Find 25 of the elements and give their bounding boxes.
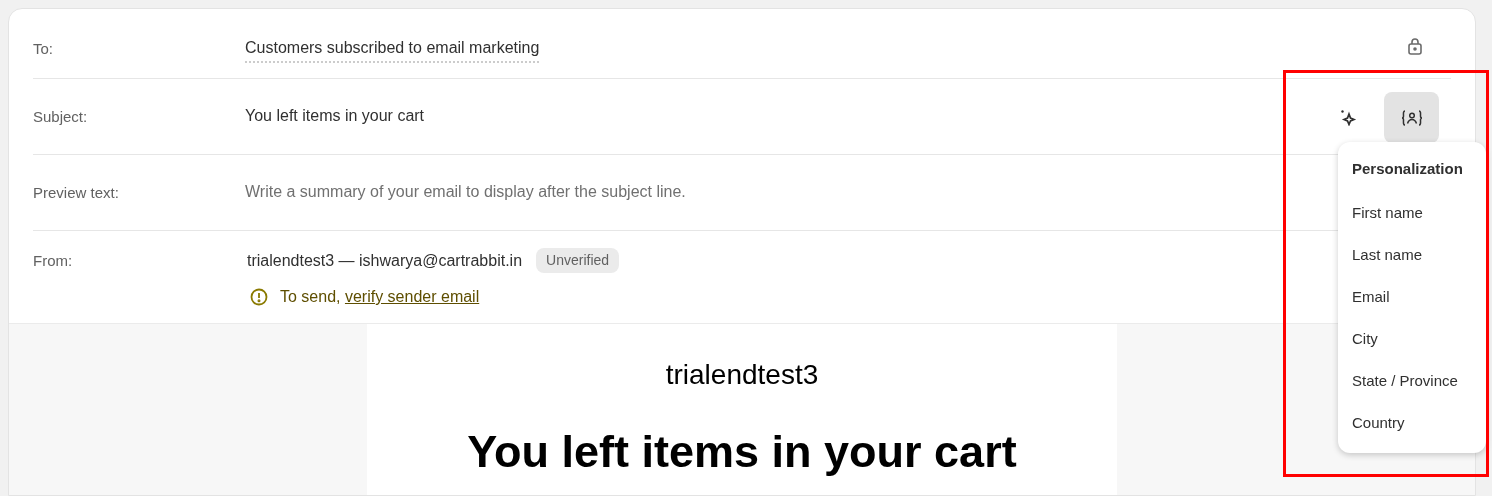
menu-title: Personalization bbox=[1352, 159, 1464, 178]
field-label: To: bbox=[33, 39, 54, 59]
sender-value: trialendtest3 — ishwarya@cartrabbit.in bbox=[247, 250, 523, 271]
field-label: From: bbox=[33, 251, 74, 271]
store-name: trialendtest3 bbox=[665, 358, 819, 392]
sparkle-icon bbox=[1339, 108, 1357, 126]
menu-item[interactable]: First name bbox=[1352, 204, 1423, 222]
personalization-icon bbox=[1400, 109, 1423, 126]
personalization-button[interactable] bbox=[1384, 92, 1439, 143]
menu-item[interactable]: State / Province bbox=[1352, 372, 1458, 390]
menu-item[interactable]: Email bbox=[1352, 288, 1390, 306]
warning-icon bbox=[250, 288, 268, 306]
field-label: Preview text: bbox=[33, 183, 120, 203]
recipients-value[interactable]: Customers subscribed to email marketing bbox=[245, 36, 540, 63]
field-label: Subject: bbox=[33, 107, 89, 127]
menu-item[interactable]: City bbox=[1352, 330, 1378, 348]
email-heading: You left items in your cart bbox=[467, 426, 1017, 478]
verify-link[interactable]: verify sender email bbox=[344, 288, 480, 305]
status-badge: Unverified bbox=[536, 248, 620, 273]
subject-field[interactable]: You left items in your cart bbox=[245, 104, 1145, 128]
preview-text-field[interactable]: Write a summary of your email to display after the subject line. bbox=[245, 180, 1245, 204]
warning-message: To send, verify sender email bbox=[280, 287, 480, 307]
menu-item[interactable]: Last name bbox=[1352, 246, 1423, 264]
menu-item[interactable]: Country bbox=[1352, 414, 1405, 432]
lock-icon bbox=[1407, 37, 1423, 55]
